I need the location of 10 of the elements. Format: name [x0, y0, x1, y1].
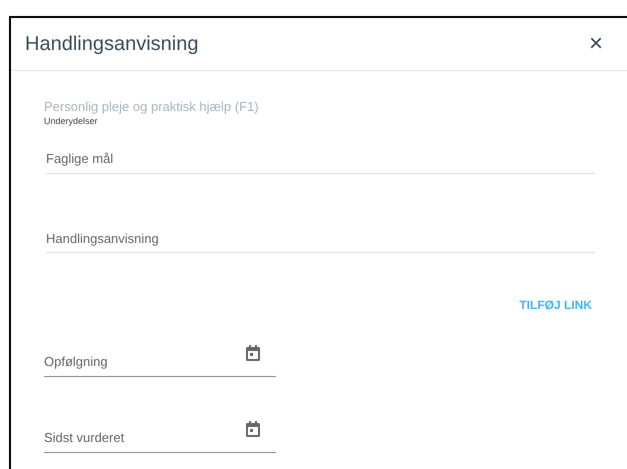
date-field[interactable]: Sidst vurderet	[44, 428, 246, 447]
text-field[interactable]: Faglige mål	[46, 149, 595, 174]
calendar-icon[interactable]	[246, 345, 260, 361]
section-subtitle: Underydelser	[44, 116, 99, 127]
date-field[interactable]: Opfølgning	[44, 352, 246, 371]
section-title: Personlig pleje og praktisk hjælp (F1)	[44, 98, 260, 116]
dialog-title: Handlingsanvisning	[25, 32, 198, 57]
text-field[interactable]: Handlingsanvisning	[46, 228, 595, 253]
calendar-icon[interactable]	[246, 421, 260, 437]
close-button[interactable]: ×	[588, 32, 603, 56]
